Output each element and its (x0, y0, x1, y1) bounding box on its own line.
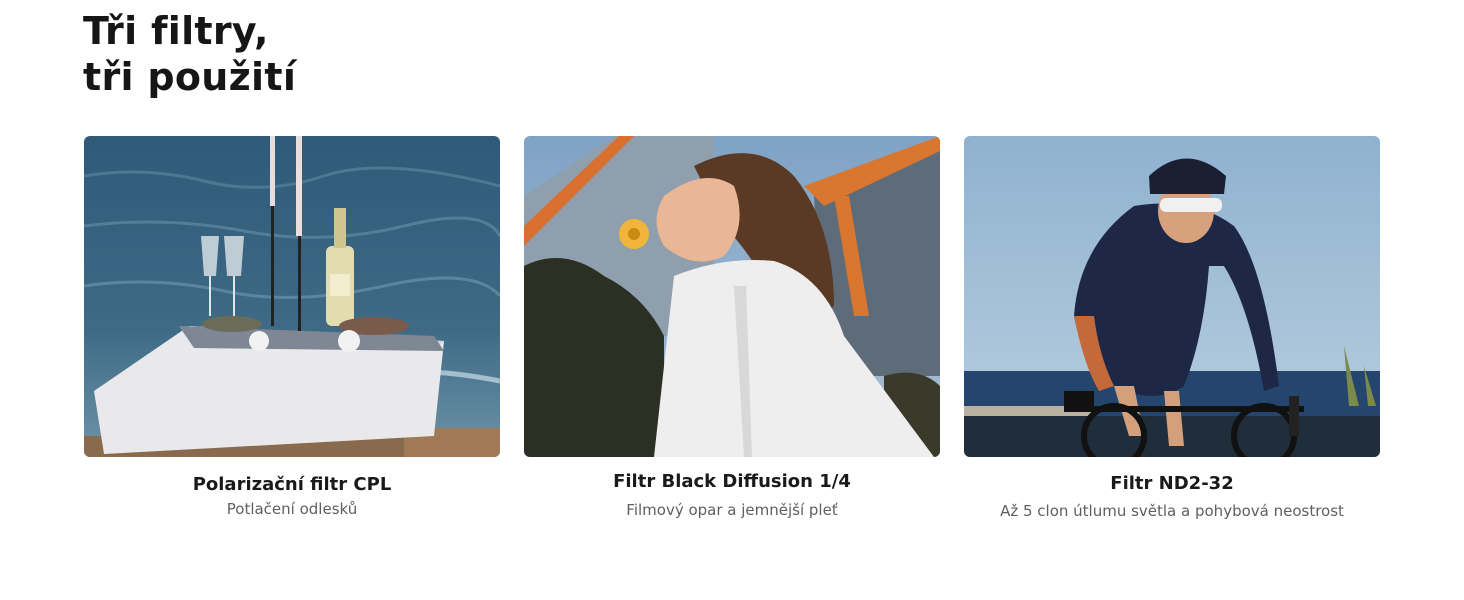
card-title[interactable]: Polarizační filtr CPL (84, 474, 500, 495)
woman-with-flower-photo[interactable] (524, 136, 940, 457)
section-heading-line-1: Tři filtry, (83, 9, 269, 53)
filter-card-cpl[interactable]: Polarizační filtr CPL Potlačení odlesků (84, 136, 500, 518)
section-heading: Tři filtry, tři použití (83, 8, 296, 100)
filter-card-nd2-32[interactable]: Filtr ND2-32 Až 5 clon útlumu světla a p… (964, 136, 1380, 520)
card-subtitle: Až 5 clon útlumu světla a pohybová neost… (1000, 502, 1344, 520)
filter-card-black-diffusion[interactable]: Filtr Black Diffusion 1/4 Filmový opar a… (524, 136, 940, 519)
card-subtitle: Filmový opar a jemnější pleť (626, 501, 838, 519)
section-heading-line-2: tři použití (83, 55, 297, 99)
card-title[interactable]: Filtr Black Diffusion 1/4 (524, 471, 940, 492)
card-title[interactable]: Filtr ND2-32 (964, 473, 1380, 494)
cyclist-photo[interactable] (964, 136, 1380, 457)
card-subtitle: Potlačení odlesků (226, 500, 358, 518)
seaside-picnic-photo[interactable] (84, 136, 500, 457)
